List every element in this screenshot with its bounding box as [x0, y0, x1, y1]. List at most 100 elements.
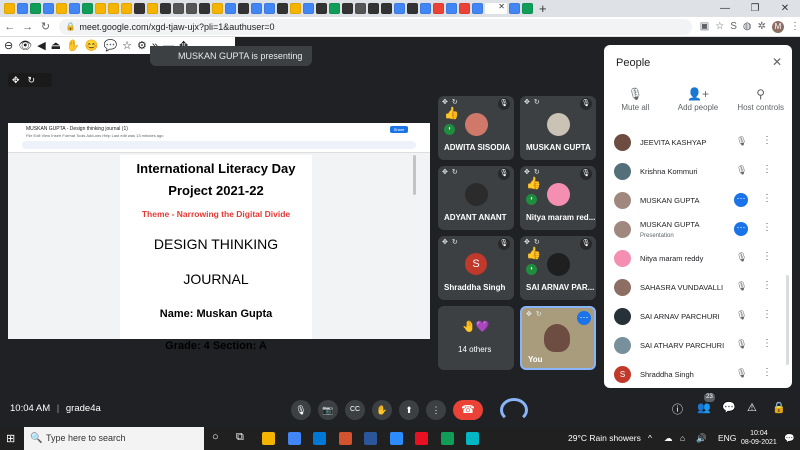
refresh-icon[interactable]: ↻	[536, 311, 546, 318]
muted-mic-icon[interactable]: 🎙	[736, 339, 747, 350]
participant-row[interactable]: S Shraddha Singh 🎙 ⋮	[604, 360, 792, 389]
participant-tile[interactable]: ✥↻ 🎙 S Shraddha Singh	[438, 236, 514, 300]
more-options-icon[interactable]: ⋮	[762, 338, 772, 349]
chat-icon[interactable]: 💬	[722, 401, 736, 414]
move-icon[interactable]: ✥	[442, 239, 452, 246]
network-icon[interactable]: ⌂	[680, 433, 685, 443]
camera-indicator-icon[interactable]: ▣	[700, 21, 709, 32]
more-options-icon[interactable]: ⋮	[762, 280, 772, 291]
more-options-icon[interactable]: ⋮	[762, 251, 772, 262]
extension-blue-icon[interactable]: ◍	[743, 21, 752, 32]
taskbar-clock[interactable]: 10:04 08-09-2021	[741, 429, 777, 447]
muted-mic-icon[interactable]: 🎙	[736, 165, 747, 176]
present-button[interactable]: ⬆	[399, 400, 419, 420]
panel-scrollbar[interactable]	[786, 275, 789, 365]
browser-tab[interactable]	[212, 3, 223, 14]
taskbar-app-icon[interactable]	[415, 432, 428, 445]
browser-tab[interactable]	[316, 3, 327, 14]
move-icon[interactable]: ✥	[524, 239, 534, 246]
browser-tab[interactable]	[329, 3, 340, 14]
move-icon[interactable]: ✥	[524, 99, 534, 106]
windows-start-icon[interactable]: ⊞	[6, 432, 15, 445]
browser-tab[interactable]	[160, 3, 171, 14]
extension-s-icon[interactable]: S	[730, 21, 737, 32]
browser-tab[interactable]	[173, 3, 184, 14]
add-people-button[interactable]: 👤+ Add people	[667, 87, 730, 112]
participant-row[interactable]: Nitya maram reddy 🎙 ⋮	[604, 244, 792, 273]
move-icon[interactable]: ✥	[442, 169, 452, 176]
back-icon[interactable]: ←	[2, 21, 18, 33]
browser-tab[interactable]	[446, 3, 457, 14]
browser-tab[interactable]	[4, 3, 15, 14]
language-indicator[interactable]: ENG	[718, 433, 736, 443]
people-icon[interactable]: 👥	[697, 401, 711, 414]
browser-tab[interactable]	[290, 3, 301, 14]
browser-tab[interactable]	[485, 2, 507, 14]
taskbar-app-icon[interactable]	[466, 432, 479, 445]
browser-tab[interactable]	[264, 3, 275, 14]
browser-tab[interactable]	[303, 3, 314, 14]
browser-tab[interactable]	[355, 3, 366, 14]
refresh-icon[interactable]: ↻	[28, 75, 36, 86]
maximize-button[interactable]: ❐	[740, 0, 770, 17]
more-options-icon[interactable]: ⋮	[762, 164, 772, 175]
taskbar-app-icon[interactable]	[338, 432, 352, 445]
browser-menu-icon[interactable]: ⋮	[790, 21, 800, 32]
camera-button[interactable]: 📷	[318, 400, 338, 420]
browser-tab[interactable]	[56, 3, 67, 14]
mic-button[interactable]: 🎙	[291, 400, 311, 420]
taskbar-app-icon[interactable]	[364, 432, 377, 445]
refresh-icon[interactable]: ↻	[534, 169, 544, 176]
more-options-icon[interactable]: ⋮	[762, 193, 772, 204]
close-icon[interactable]: ✕	[772, 55, 782, 69]
url-input[interactable]: 🔒 meet.google.com/xgd-tjaw-ujx?pli=1&aut…	[59, 18, 692, 35]
taskbar-app-icon[interactable]	[287, 432, 301, 445]
extension-icon[interactable]: 😊	[85, 39, 99, 52]
minimize-button[interactable]: —	[710, 0, 740, 17]
tray-expand-icon[interactable]: ^	[648, 433, 652, 443]
more-options-icon[interactable]: ⋮	[762, 367, 772, 378]
refresh-icon[interactable]: ↻	[452, 99, 462, 106]
refresh-icon[interactable]: ↻	[534, 239, 544, 246]
browser-tab[interactable]	[95, 3, 106, 14]
browser-tab[interactable]	[368, 3, 379, 14]
browser-tab[interactable]	[509, 3, 520, 14]
onedrive-icon[interactable]: ☁	[664, 433, 673, 444]
refresh-icon[interactable]: ↻	[452, 169, 462, 176]
task-view-icon[interactable]: ⧉	[236, 431, 244, 444]
browser-tab[interactable]	[342, 3, 353, 14]
others-tile[interactable]: 🤚💜 14 others	[438, 306, 514, 370]
extensions-puzzle-icon[interactable]: ✲	[758, 21, 766, 32]
host-lock-icon[interactable]: 🔒	[772, 401, 786, 414]
browser-tab[interactable]	[251, 3, 262, 14]
extension-icon[interactable]: ⚙	[137, 39, 147, 52]
browser-tab[interactable]	[30, 3, 41, 14]
refresh-icon[interactable]: ↻	[452, 239, 462, 246]
profile-avatar[interactable]: M	[772, 20, 785, 33]
raise-hand-button[interactable]: ✋	[372, 400, 392, 420]
self-view-tile[interactable]: ✥↻ ⋯ You	[520, 306, 596, 370]
muted-mic-icon[interactable]: 🎙	[736, 281, 747, 292]
browser-tab[interactable]	[522, 3, 533, 14]
move-icon[interactable]: ✥	[12, 75, 20, 86]
browser-tab[interactable]	[472, 3, 483, 14]
participant-row[interactable]: Krishna Kommuri 🎙 ⋮	[604, 157, 792, 186]
activity-icon[interactable]	[500, 398, 528, 422]
new-tab-button[interactable]: +	[539, 1, 547, 16]
participant-row[interactable]: MUSKAN GUPTA Presentation ⋯ ⋮	[604, 215, 792, 244]
browser-tab[interactable]	[108, 3, 119, 14]
taskbar-app-icon[interactable]	[389, 432, 403, 445]
browser-tab[interactable]	[186, 3, 197, 14]
participant-row[interactable]: MUSKAN GUPTA ⋯ ⋮	[604, 186, 792, 215]
browser-tab[interactable]	[277, 3, 288, 14]
extension-icon[interactable]: ⊖	[4, 39, 13, 52]
browser-tab[interactable]	[199, 3, 210, 14]
participant-tile[interactable]: ✥↻ 🎙 👍 ◗ Nitya maram red...	[520, 166, 596, 230]
volume-icon[interactable]: 🔊	[696, 433, 707, 444]
browser-tab[interactable]	[82, 3, 93, 14]
end-call-button[interactable]: ☎	[453, 400, 483, 420]
participant-tile[interactable]: ✥↻ 🎙 👍 ◗ ADWITA SISODIA	[438, 96, 514, 160]
browser-tab[interactable]	[121, 3, 132, 14]
move-icon[interactable]: ✥	[524, 169, 534, 176]
notification-icon[interactable]: 💬	[784, 433, 795, 444]
